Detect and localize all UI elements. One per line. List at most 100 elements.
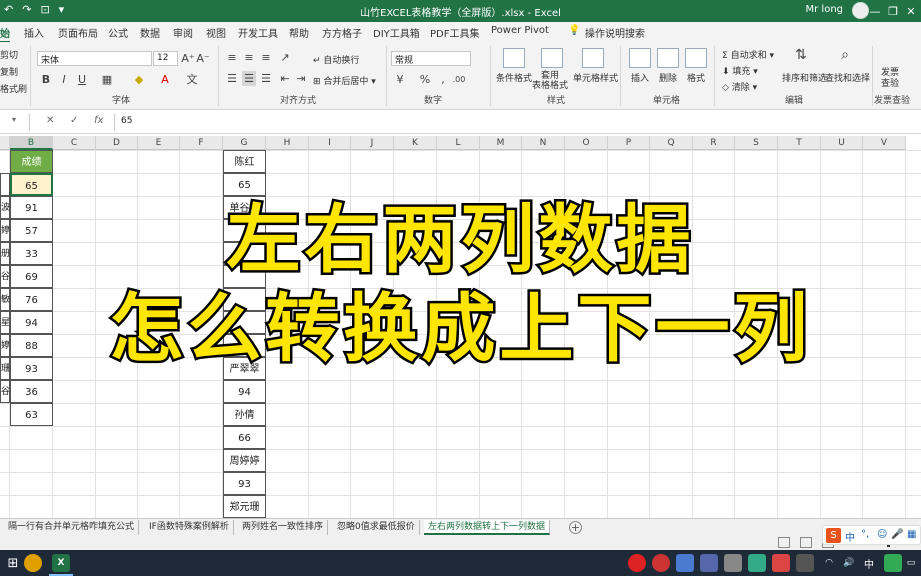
shrink-font-button[interactable]: A⁻ [196,51,210,66]
tab-pdf-tools[interactable]: PDF工具集 [430,25,479,40]
tray-app-icon[interactable] [748,554,766,572]
tray-app-icon[interactable] [676,554,694,572]
chrome-icon[interactable] [24,554,42,572]
cut-button[interactable]: 剪切 [0,48,18,61]
column-header-r[interactable]: R [693,136,735,150]
tray-app-icon[interactable] [628,554,646,572]
tell-me-search[interactable]: 操作说明搜索 [585,25,645,40]
restore-button[interactable]: ❐ [883,1,903,21]
grow-font-button[interactable]: A⁺ [181,51,195,66]
column-header-u[interactable]: U [821,136,863,150]
format-cells-button[interactable]: 格式 [687,71,705,84]
find-select-icon[interactable]: ⌕ [836,48,854,63]
column-header-d[interactable]: D [96,136,138,150]
column-header-b[interactable]: B [10,136,53,150]
confirm-edit-button[interactable]: ✓ [70,115,78,126]
font-color-icon[interactable]: A [158,72,172,87]
column-header-n[interactable]: N [522,136,565,150]
column-header-e[interactable]: E [138,136,180,150]
cell-styles-button[interactable]: 单元格样式 [573,71,618,84]
volume-icon[interactable]: 🔊 [840,554,858,572]
fill-button[interactable]: ⬇ 填充 ▾ [722,64,758,77]
ime-mode-label[interactable]: 中 [845,529,855,544]
wifi-icon[interactable]: ◠ [820,554,838,572]
combined-cell[interactable]: 郑元珊 [223,495,266,518]
delete-cells-icon[interactable] [657,48,679,68]
sort-filter-icon[interactable]: ⇅ [792,48,810,63]
column-header-j[interactable]: J [351,136,394,150]
notification-icon[interactable]: ▭ [902,554,920,572]
insert-cells-button[interactable]: 插入 [631,71,649,84]
sheet-tab[interactable]: 隔一行有合并单元格咋填充公式 [4,520,140,535]
minimize-button[interactable]: — [865,1,885,21]
column-header-l[interactable]: L [437,136,480,150]
cancel-edit-button[interactable]: ✕ [46,115,54,126]
tray-app-icon[interactable] [652,554,670,572]
column-header-i[interactable]: I [309,136,351,150]
italic-button[interactable]: I [58,72,70,87]
increase-indent-icon[interactable]: ⇥ [294,71,308,86]
tab-insert[interactable]: 插入 [24,25,44,40]
tab-page-layout[interactable]: 页面布局 [58,25,98,40]
tab-help[interactable]: 帮助 [289,25,309,40]
tray-app-icon[interactable] [724,554,742,572]
tray-app-icon[interactable] [700,554,718,572]
find-select-button[interactable]: 查找和选择 [825,71,870,84]
skin-icon[interactable]: ▦ [907,529,916,540]
column-header-p[interactable]: P [608,136,650,150]
tab-home[interactable]: 始 [0,25,10,43]
clear-button[interactable]: ◇ 清除 ▾ [722,80,757,93]
fill-color-icon[interactable]: ◆ [132,72,146,87]
column-header-q[interactable]: Q [650,136,693,150]
percent-button[interactable]: % [418,72,432,87]
format-painter-button[interactable]: 格式刷 [0,82,27,95]
column-header-h[interactable]: H [266,136,309,150]
font-size-select[interactable]: 12 [153,51,178,66]
emoji-icon[interactable]: ☺ [877,529,887,540]
score-cell[interactable]: 65 [10,173,53,196]
taskbar-ime-indicator[interactable]: 中 [860,554,878,572]
tab-view[interactable]: 视图 [206,25,226,40]
underline-button[interactable]: U [76,72,88,87]
tab-fangfang[interactable]: 方方格子 [322,25,362,40]
tab-power-pivot[interactable]: Power Pivot [491,25,549,36]
comma-button[interactable]: , [436,72,450,87]
combined-cell[interactable]: 65 [223,173,266,196]
combined-cell[interactable]: 周婷婷 [223,449,266,472]
sheet-tab[interactable]: 两列姓名一致性排序 [238,520,329,535]
format-as-table-button[interactable]: 套用 表格格式 [532,71,568,91]
tray-app-icon[interactable] [772,554,790,572]
align-bottom-icon[interactable]: ≡ [259,50,273,65]
align-right-icon[interactable]: ☰ [259,71,273,86]
combined-cell[interactable]: 陈红 [223,150,266,173]
delete-cells-button[interactable]: 删除 [659,71,677,84]
cell-styles-icon[interactable] [582,48,604,68]
cell-a[interactable]: 谷 [0,380,10,403]
column-header-g[interactable]: G [223,136,266,150]
format-cells-icon[interactable] [685,48,707,68]
bold-button[interactable]: B [40,72,52,87]
column-header-m[interactable]: M [480,136,522,150]
name-box-dropdown-icon[interactable]: ▾ [12,115,16,124]
column-header-v[interactable]: V [863,136,906,150]
add-sheet-button[interactable]: + [569,521,582,534]
cell-a[interactable] [0,173,10,196]
combined-cell[interactable]: 孙倩 [223,403,266,426]
sogou-logo-icon[interactable]: S [826,528,841,543]
column-header-o[interactable]: O [565,136,608,150]
align-center-icon[interactable]: ☰ [242,71,256,86]
align-middle-icon[interactable]: ≡ [242,50,256,65]
combined-cell[interactable]: 94 [223,380,266,403]
close-button[interactable]: ✕ [901,1,921,21]
sheet-tab[interactable]: IF函数特殊案例解析 [145,520,234,535]
column-header-c[interactable]: C [53,136,96,150]
merge-center-button[interactable]: ⊞ 合并后居中 ▾ [313,74,376,87]
tray-app-icon[interactable] [884,554,902,572]
copy-button[interactable]: 复制 [0,65,18,78]
user-name[interactable]: Mr long [806,4,844,15]
orientation-icon[interactable]: ↗ [278,50,292,65]
autosum-button[interactable]: Σ 自动求和 ▾ [722,48,774,61]
border-icon[interactable]: ▦ [100,72,114,87]
page-layout-view-icon[interactable] [800,537,812,548]
conditional-formatting-button[interactable]: 条件格式 [496,71,532,84]
